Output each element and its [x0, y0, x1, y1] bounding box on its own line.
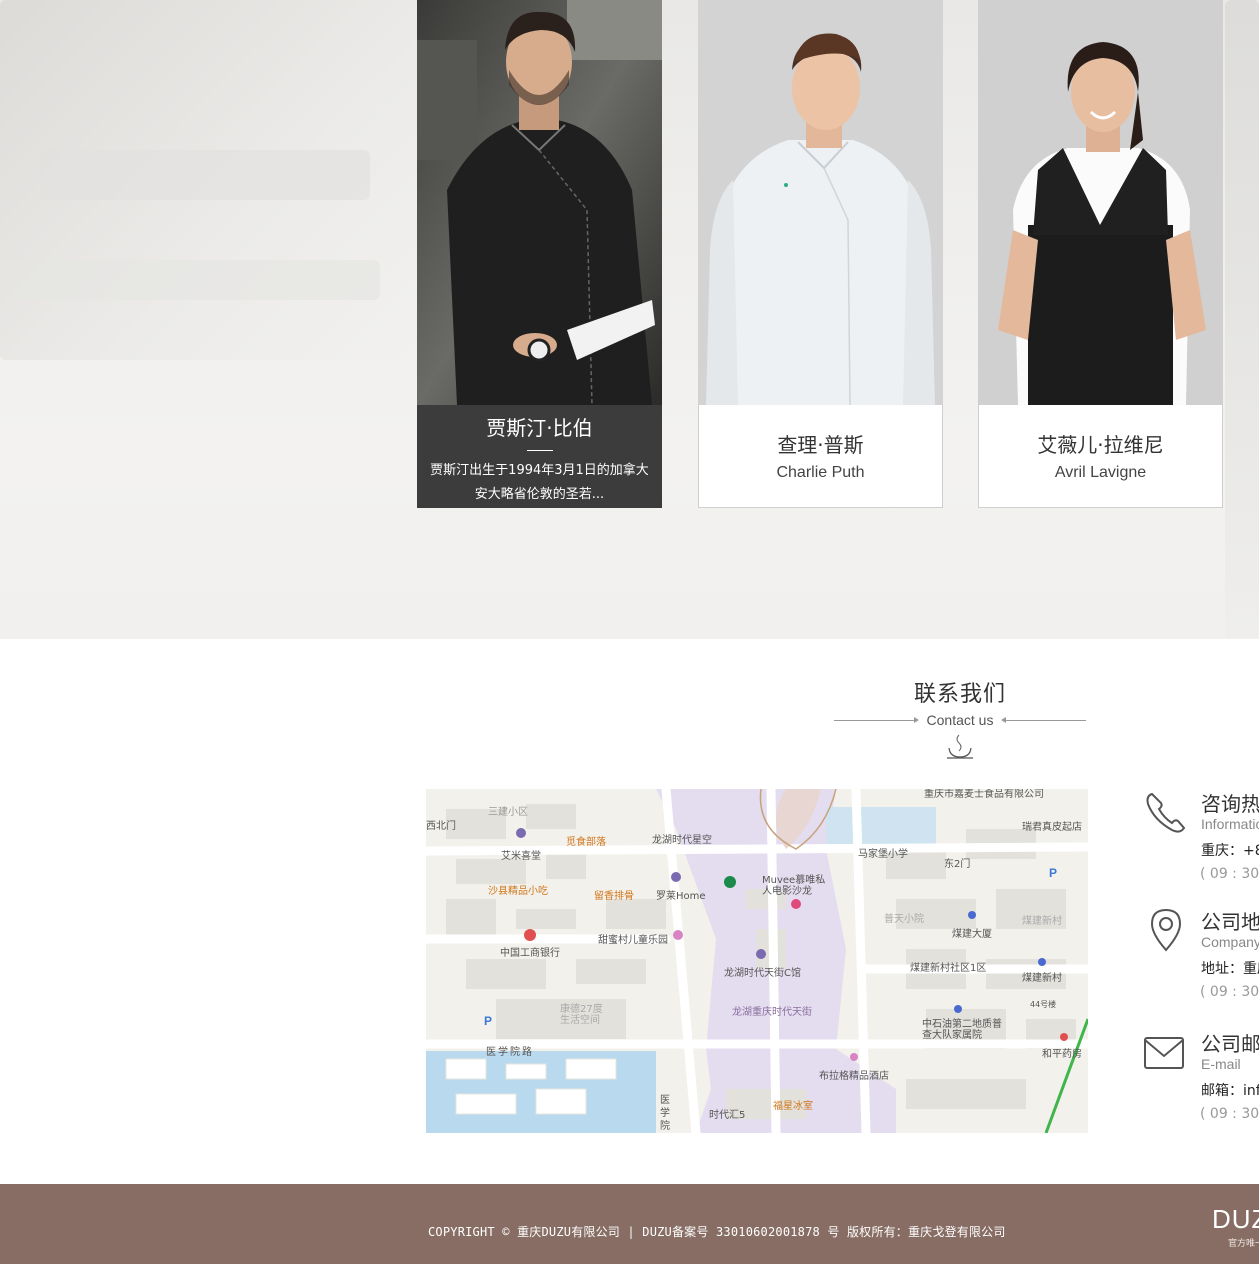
map-label: 龙湖时代星空: [652, 835, 712, 846]
team-card-caption: 贾斯汀·比伯 贾斯汀出生于1994年3月1日的加拿大安大略省伦敦的圣若...: [417, 405, 662, 508]
map-label: Muvee慕唯私人电影沙龙: [762, 875, 826, 897]
map-label: 布拉格精品酒店: [819, 1071, 889, 1082]
map-label: 福星冰室: [773, 1101, 813, 1112]
map-label: 觅食部落: [566, 837, 606, 848]
info-title: 公司地址: [1201, 910, 1259, 934]
mail-icon: [1144, 1037, 1184, 1069]
map-label: 西北门: [426, 821, 456, 832]
map-label: 44号楼: [1030, 1000, 1057, 1009]
chef-black-uniform-photo: [417, 0, 662, 405]
team-section: 贾斯汀·比伯 贾斯汀出生于1994年3月1日的加拿大安大略省伦敦的圣若... 查…: [0, 0, 1259, 639]
team-card-charlie[interactable]: 查理·普斯 Charlie Puth: [698, 0, 943, 508]
contact-section-heading: 联系我们 Contact us: [834, 676, 1086, 764]
map-label: 煤建新村: [1022, 916, 1062, 927]
footer-logo-tagline: 官方唯一: [1228, 1239, 1259, 1249]
map-label: 煤建新村: [1022, 973, 1062, 984]
team-photo: [698, 0, 943, 405]
info-value: 重庆：+86: [1201, 843, 1259, 859]
caption-divider: [526, 450, 553, 451]
svg-text:P: P: [1049, 866, 1057, 880]
contact-title-cn: 联系我们: [913, 682, 1006, 707]
chef-white-uniform-photo: [698, 0, 943, 405]
map-label: 医学院: [660, 1095, 670, 1132]
team-card-justin[interactable]: 贾斯汀·比伯 贾斯汀出生于1994年3月1日的加拿大安大略省伦敦的圣若...: [417, 0, 662, 508]
background-kitchen-image: [1225, 0, 1259, 639]
phone-icon: [1146, 792, 1186, 833]
map-label: 和平药房: [1042, 1049, 1082, 1060]
member-name-en: Avril Lavigne: [1054, 464, 1147, 481]
map-label: 康德27度生活空间: [560, 1004, 603, 1026]
map-label: 普天小院: [884, 914, 924, 925]
team-photo: [417, 0, 662, 405]
team-photo: [978, 0, 1223, 405]
copyright-text: COPYRIGHT © 重庆DUZU有限公司 | DUZU备案号 3301060…: [428, 1225, 1006, 1239]
map-label: 三建小区: [488, 807, 528, 818]
info-phone: 咨询热线 Information 重庆：+86 ( 09 : 30 - 18 :…: [1142, 788, 1259, 888]
map-canvas: P P: [426, 789, 1088, 1133]
team-card-caption: 查理·普斯 Charlie Puth: [698, 405, 943, 508]
map-label: 煤建新村社区1区: [910, 963, 987, 974]
info-email: 公司邮箱 E-mail 邮箱：info ( 09 : 30 - 18 : 00 …: [1142, 1028, 1259, 1128]
map-label: 龙湖重庆时代天街: [732, 1007, 812, 1018]
info-hours: ( 09 : 30 - 18 : 00 ): [1200, 1106, 1259, 1122]
location-map[interactable]: P P 西北门 三建小区 艾米喜堂 觅食部落 龙湖时代星空 重庆市嘉麦士食品有限…: [426, 789, 1088, 1133]
info-hours: ( 09 : 30 - 18 : 00 ): [1200, 984, 1259, 1000]
contact-subtitle: Contact us: [834, 710, 1086, 730]
title-divider-left: [834, 720, 916, 721]
info-title: 咨询热线: [1201, 792, 1259, 816]
arrow-right-icon: [914, 717, 919, 723]
map-label: 艾米喜堂: [501, 851, 541, 862]
info-value: 邮箱：info: [1201, 1083, 1259, 1099]
map-label: 马家堡小学: [858, 849, 908, 860]
map-label: 龙湖时代天街C馆: [724, 968, 801, 979]
footer-logo[interactable]: DUZU: [1212, 1204, 1259, 1235]
member-name: 贾斯汀·比伯: [486, 416, 593, 440]
map-label: 瑞君真皮起店: [1022, 822, 1082, 833]
info-subtitle: Information: [1201, 816, 1259, 832]
map-label: 医学院路: [486, 1047, 534, 1058]
map-label: 罗莱Home: [656, 891, 706, 902]
member-bio: 贾斯汀出生于1994年3月1日的加拿大安大略省伦敦的圣若...: [430, 463, 649, 502]
info-subtitle: E-mail: [1201, 1056, 1241, 1072]
map-label: 煤建大厦: [952, 929, 992, 940]
background-counter-shape: [0, 260, 380, 300]
info-value: 地址：重庆: [1201, 961, 1259, 977]
location-pin-icon: [1150, 908, 1182, 952]
map-label: 中国工商银行: [500, 948, 560, 959]
map-label: 东2门: [944, 859, 971, 870]
map-label: 时代汇5: [709, 1110, 746, 1121]
site-footer: COPYRIGHT © 重庆DUZU有限公司 | DUZU备案号 3301060…: [0, 1184, 1259, 1264]
map-label: 重庆市嘉麦士食品有限公司: [924, 789, 1044, 800]
team-card-caption: 艾薇儿·拉维尼 Avril Lavigne: [978, 405, 1223, 508]
member-name: 查理·普斯: [777, 433, 864, 457]
map-label: 沙县精品小吃: [488, 886, 548, 897]
coffee-cup-icon: [947, 734, 973, 759]
map-label: 留香排骨: [594, 891, 634, 902]
waitress-apron-photo: [978, 0, 1223, 405]
info-subtitle: Company address: [1201, 934, 1259, 950]
member-name-en: Charlie Puth: [776, 464, 865, 481]
info-title: 公司邮箱: [1201, 1032, 1259, 1056]
svg-text:P: P: [484, 1014, 492, 1028]
team-card-avril[interactable]: 艾薇儿·拉维尼 Avril Lavigne: [978, 0, 1223, 508]
member-name: 艾薇儿·拉维尼: [1037, 433, 1164, 457]
title-divider-right: [1004, 720, 1086, 721]
info-address: 公司地址 Company address 地址：重庆 ( 09 : 30 - 1…: [1142, 906, 1259, 1006]
map-label: 甜蜜村儿童乐园: [598, 935, 668, 946]
contact-title-en: Contact us: [926, 712, 994, 728]
info-hours: ( 09 : 30 - 18 : 00 ): [1200, 866, 1259, 882]
background-counter-shape: [40, 150, 370, 200]
map-label: 中石油第二地质普查大队家属院: [922, 1019, 1002, 1041]
